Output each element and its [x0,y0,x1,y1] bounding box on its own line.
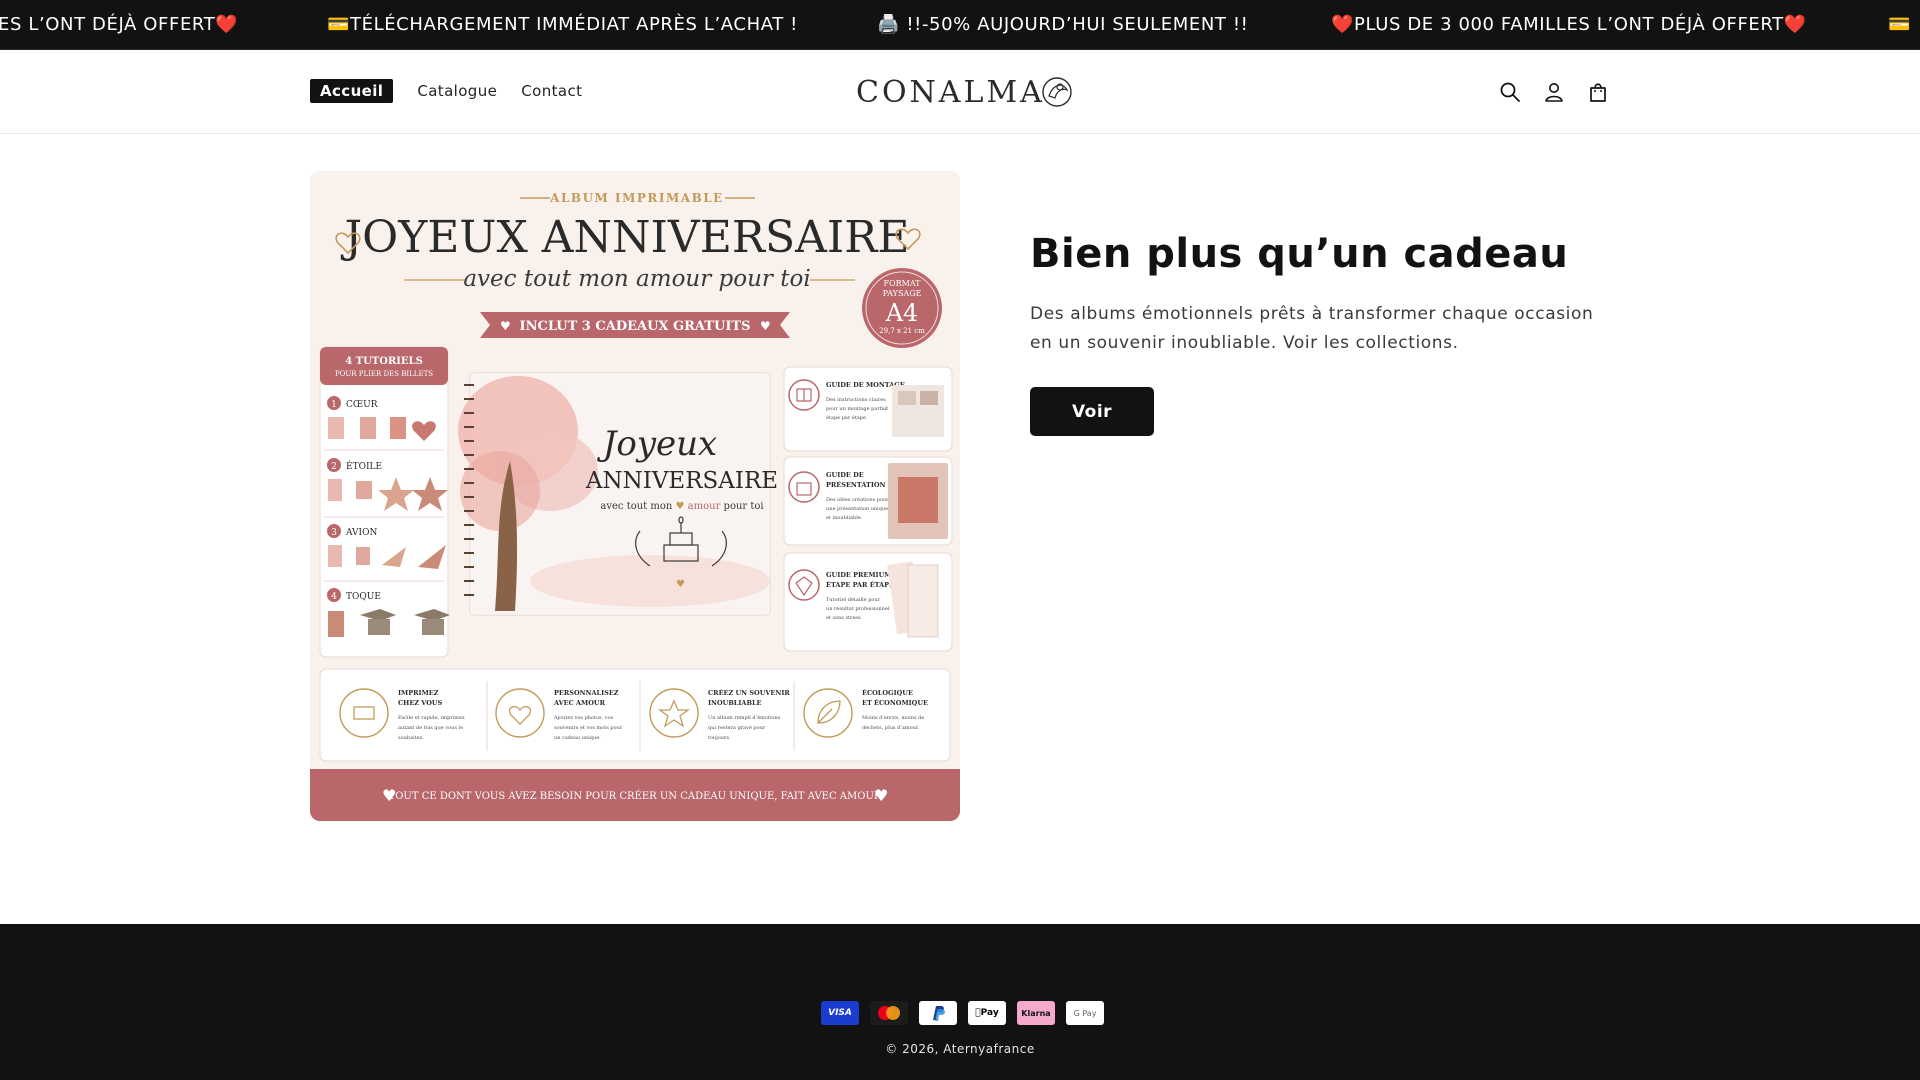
art-title: JOYEUX ANNIVERSAIRE [341,212,910,263]
mastercard-icon [870,1001,908,1025]
visa-icon: VISA [821,1001,859,1025]
logo-mark-icon [1042,77,1072,107]
copyright-text: © 2026, Aternyafrance [885,1042,1035,1056]
klarna-icon: Klarna [1017,1001,1055,1025]
svg-text:Des idées créatives pour: Des idées créatives pour [826,496,889,503]
svg-text:PRÉSENTATION: PRÉSENTATION [826,480,886,489]
announcement-bar: ES L’ONT DÉJÀ OFFERT❤️ 💳TÉLÉCHARGEMENT I… [0,0,1920,50]
format-line2: PAYSAGE [883,289,922,298]
svg-text:ÉTAPE PAR ÉTAPE: ÉTAPE PAR ÉTAPE [826,580,894,589]
site-logo[interactable]: CONALMA [856,72,1075,112]
site-footer: VISA Pay Klarna G Pay © 2026, Aternyafr… [0,924,1920,1080]
svg-text:1: 1 [331,400,337,410]
hero-text-block: Bien plus qu’un cadeau Des albums émotio… [1030,228,1610,358]
hero-description: Des albums émotionnels prêts à transform… [1030,304,1594,353]
svg-text:INOUBLIABLE: INOUBLIABLE [708,699,762,707]
cart-icon[interactable] [1586,80,1610,104]
svg-text:♥: ♥ [676,579,685,590]
svg-text:déchets, plus d’amour.: déchets, plus d’amour. [862,724,920,731]
google-pay-icon: G Pay [1066,1001,1104,1025]
account-icon[interactable] [1542,80,1566,104]
book-title: ANNIVERSAIRE [585,468,778,494]
svg-text:Facile et rapide, imprimez: Facile et rapide, imprimez [398,715,465,721]
art-badge-top: ALBUM IMPRIMABLE [549,191,724,205]
svg-text:2: 2 [331,462,337,472]
svg-text:ÉTOILE: ÉTOILE [346,460,382,472]
nav-link-accueil[interactable]: Accueil [310,79,394,103]
announcement-message: 🖨️ !!-50% AUJOURD’HUI SEULEMENT !! [877,14,1249,35]
svg-text:un cadeau unique.: un cadeau unique. [554,735,601,741]
features-panel: IMPRIMEZ CHEZ VOUS Facile et rapide, imp… [319,668,951,762]
svg-text:qui restera gravé pour: qui restera gravé pour [708,724,766,731]
svg-text:ÉCOLOGIQUE: ÉCOLOGIQUE [862,688,913,697]
svg-text:TOQUE: TOQUE [346,592,381,602]
nav-link-catalogue[interactable]: Catalogue [417,79,497,103]
svg-text:ET ÉCONOMIQUE: ET ÉCONOMIQUE [862,698,928,707]
svg-text:une présentation unique: une présentation unique [826,505,888,512]
svg-text:Ajoutez vos photos, vos: Ajoutez vos photos, vos [553,715,614,721]
format-dims: 29,7 x 21 cm [879,327,925,335]
svg-text:GUIDE DE: GUIDE DE [826,471,864,479]
header-icons [1498,80,1610,104]
art-bottom-banner: TOUT CE DONT VOUS AVEZ BESOIN POUR CRÉER… [389,790,882,802]
svg-text:souhaitez.: souhaitez. [398,735,424,741]
format-size: A4 [885,299,919,327]
svg-text:autant de fois que vous le: autant de fois que vous le [398,725,463,731]
art-ribbon: INCLUT 3 CADEAUX GRATUITS [520,319,751,334]
svg-text:Moins d’encre, moins de: Moins d’encre, moins de [862,715,924,721]
svg-text:PERSONNALISEZ: PERSONNALISEZ [554,689,619,697]
svg-text:toujours.: toujours. [708,735,731,741]
album-artwork: ALBUM IMPRIMABLE JOYEUX ANNIVERSAIRE ave… [310,171,960,821]
announcement-message: 💳TÉLÉCHARGEMENT IMMÉDIAT APRÈS L’ACHAT ! [327,14,798,35]
announcement-message: ❤️PLUS DE 3 000 FAMILLES L’ONT DÉJÀ OFFE… [1331,14,1807,35]
svg-text:AVEC AMOUR: AVEC AMOUR [553,699,606,707]
apple-pay-icon: Pay [968,1001,1006,1025]
logo-text: CONALMA [856,74,1045,110]
main-nav: Accueil Catalogue Contact [310,79,582,103]
svg-text:un résultat professionnel: un résultat professionnel [826,605,890,612]
svg-text:avec tout mon ♥ amour pour toi: avec tout mon ♥ amour pour toi [600,501,763,512]
svg-text:souvenirs et vos mots pour: souvenirs et vos mots pour [554,725,623,731]
svg-text:GUIDE PREMIUM: GUIDE PREMIUM [826,571,891,579]
search-icon[interactable] [1498,80,1522,104]
format-line1: FORMAT [884,279,922,288]
svg-text:4: 4 [331,592,337,602]
book-script: Joyeux [597,424,718,464]
announcement-message: 💳 [1888,14,1912,35]
art-subtitle: avec tout mon amour pour toi [463,266,810,292]
paypal-icon [919,1001,957,1025]
payment-icons: VISA Pay Klarna G Pay [821,1001,1104,1025]
svg-text:CRÉEZ UN SOUVENIR: CRÉEZ UN SOUVENIR [708,688,790,697]
svg-text:♥: ♥ [500,319,511,333]
svg-text:étape par étape.: étape par étape. [826,414,868,421]
svg-text:CHEZ VOUS: CHEZ VOUS [398,699,443,707]
nav-link-contact[interactable]: Contact [521,79,582,103]
tutorials-sub: POUR PLIER DES BILLETS [335,370,433,378]
hero-heading: Bien plus qu’un cadeau [1030,231,1569,277]
tutorials-title: 4 TUTORIELS [345,356,423,367]
svg-text:Tutoriel détaillé pour: Tutoriel détaillé pour [826,596,881,603]
svg-text:et inoubliable.: et inoubliable. [826,515,863,521]
svg-text:CŒUR: CŒUR [346,400,378,410]
site-header: Accueil Catalogue Contact CONALMA [0,50,1920,134]
svg-text:et sans stress.: et sans stress. [826,615,863,621]
svg-text:AVION: AVION [345,528,377,538]
svg-text:Un album rempli d’émotions: Un album rempli d’émotions [708,714,781,721]
svg-text:IMPRIMEZ: IMPRIMEZ [398,689,439,697]
svg-text:3: 3 [331,528,337,538]
svg-text:pour un montage parfait: pour un montage parfait [826,406,888,412]
svg-text:Des instructions claires: Des instructions claires [826,397,886,403]
guides-panel: GUIDE DE MONTAGE Des instructions claire… [783,366,953,652]
hero-product-image: ALBUM IMPRIMABLE JOYEUX ANNIVERSAIRE ave… [310,171,960,821]
announcement-message: ES L’ONT DÉJÀ OFFERT❤️ [0,14,239,35]
svg-text:♥: ♥ [760,319,771,333]
album-book: Joyeux ANNIVERSAIRE avec tout mon ♥ amou… [458,372,778,616]
voir-button[interactable]: Voir [1030,387,1154,436]
